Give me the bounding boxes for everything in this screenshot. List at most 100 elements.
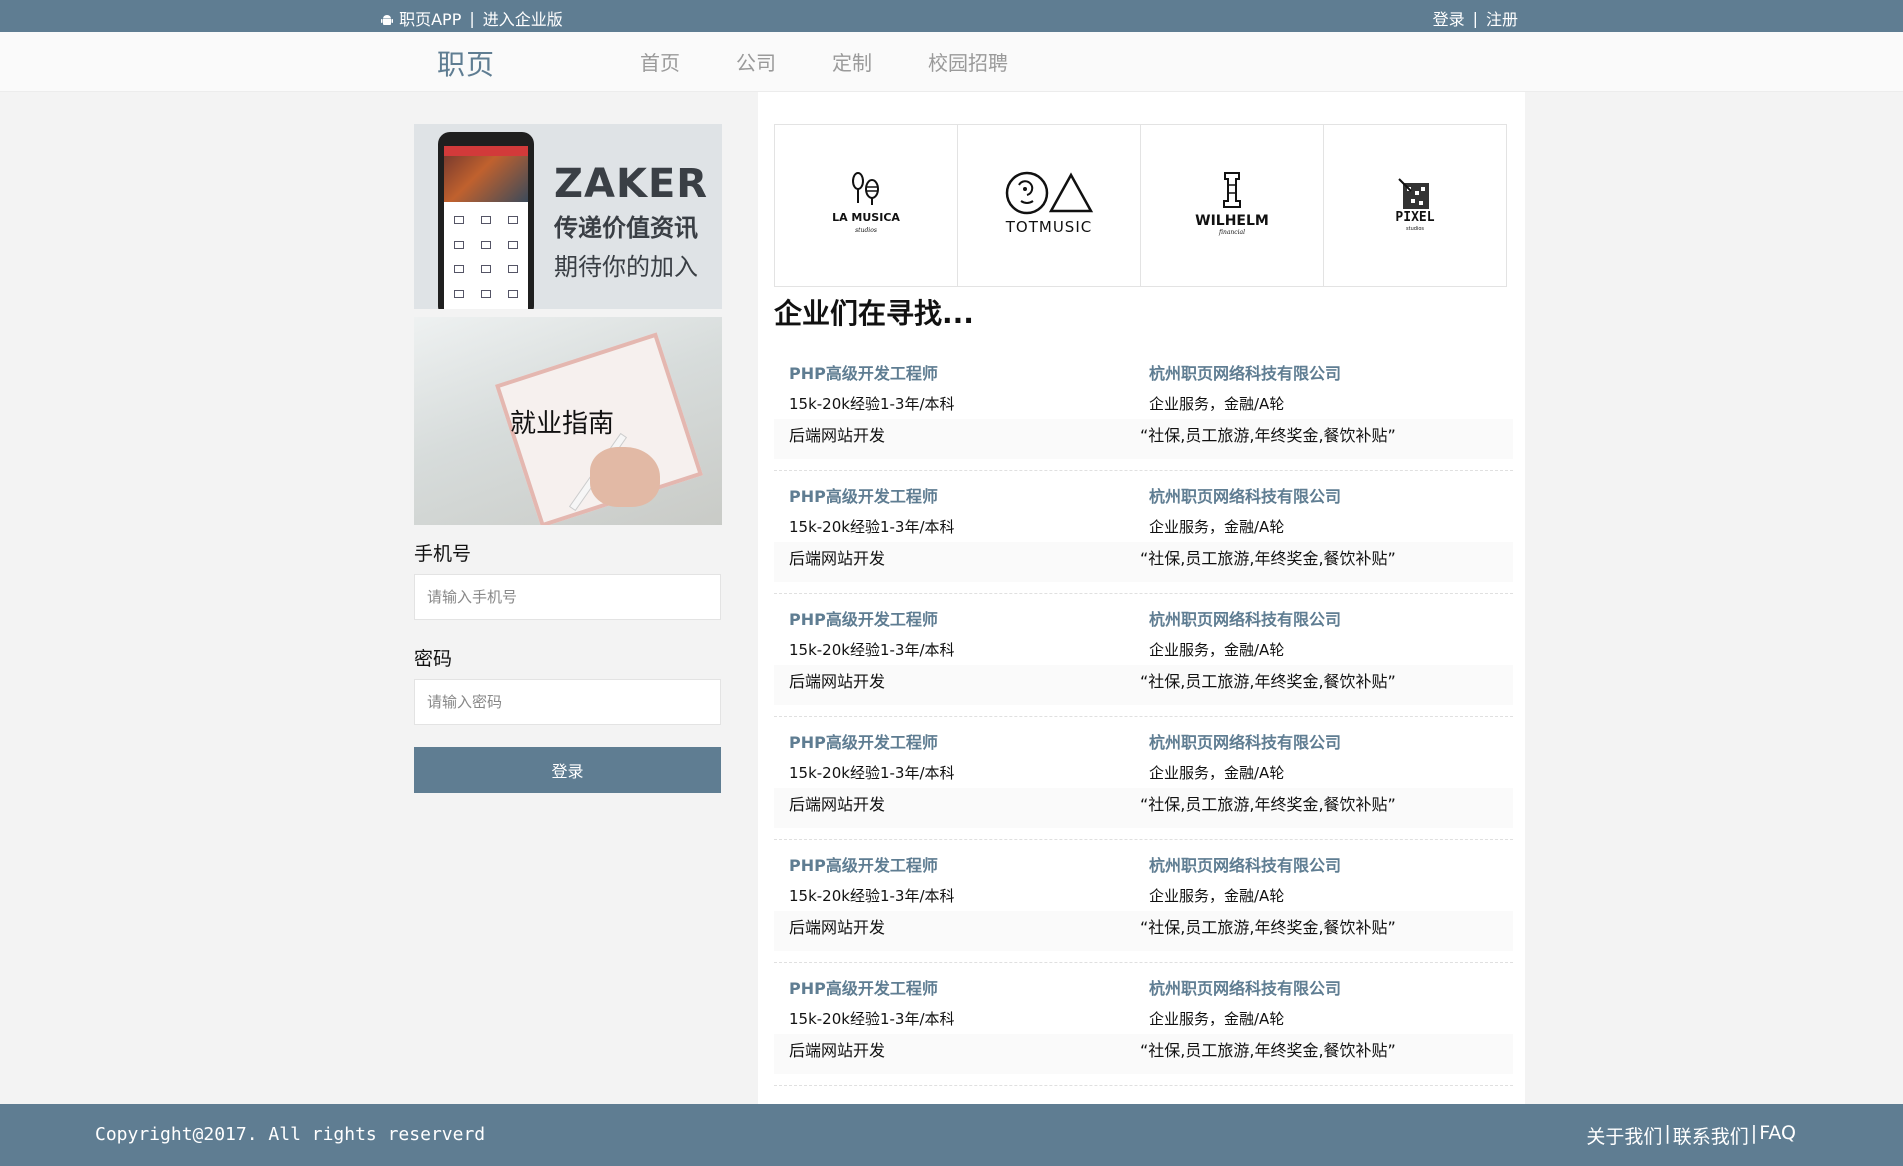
phone-label: 手机号 <box>414 543 472 565</box>
divider: | <box>1750 1122 1758 1144</box>
job-title[interactable]: PHP高级开发工程师 <box>789 729 938 753</box>
contact-link[interactable]: 联系我们 <box>1673 1122 1749 1149</box>
nav-company[interactable]: 公司 <box>736 47 776 76</box>
job-title[interactable]: PHP高级开发工程师 <box>789 483 938 507</box>
copyright-text: Copyright@2017. All rights reserverd <box>95 1124 486 1145</box>
job-list: PHP高级开发工程师 杭州职页网络科技有限公司 15k-20k经验1-3年/本科… <box>774 348 1513 1086</box>
pixel-square-icon: PIXEL studios <box>1395 177 1435 232</box>
company-industry: 企业服务，金融/A轮 <box>1149 518 1285 536</box>
job-listing[interactable]: PHP高级开发工程师 杭州职页网络科技有限公司 15k-20k经验1-3年/本科… <box>774 963 1513 1086</box>
job-category: 后端网站开发 <box>789 918 886 937</box>
nav-home[interactable]: 首页 <box>640 47 680 76</box>
logo-name: LA MUSICA <box>832 211 900 224</box>
job-listing[interactable]: PHP高级开发工程师 杭州职页网络科技有限公司 15k-20k经验1-3年/本科… <box>774 348 1513 471</box>
company-industry: 企业服务，金融/A轮 <box>1149 1010 1285 1028</box>
circle-triangle-icon: TOTMUSIC <box>1005 171 1094 236</box>
divider: | <box>1472 8 1478 28</box>
top-register-link[interactable]: 注册 <box>1486 6 1518 30</box>
nav-custom[interactable]: 定制 <box>832 47 872 76</box>
job-meta: 15k-20k经验1-3年/本科 <box>789 1010 955 1028</box>
logo-name: PIXEL <box>1395 210 1434 225</box>
job-meta: 15k-20k经验1-3年/本科 <box>789 887 955 905</box>
phone-illustration <box>438 132 534 309</box>
company-logos: LA MUSICA studios TOTMUSIC WILHELM finan… <box>774 124 1507 287</box>
job-title[interactable]: PHP高级开发工程师 <box>789 852 938 876</box>
company-name[interactable]: 杭州职页网络科技有限公司 <box>1149 729 1341 753</box>
job-benefits: “社保,员工旅游,年终奖金,餐饮补贴” <box>1140 672 1396 691</box>
logo-la-musica[interactable]: LA MUSICA studios <box>774 124 958 287</box>
job-benefits: “社保,员工旅游,年终奖金,餐饮补贴” <box>1140 918 1396 937</box>
enterprise-link[interactable]: 进入企业版 <box>483 6 563 30</box>
logo-name: TOTMUSIC <box>1005 218 1092 236</box>
brand-logo[interactable]: 职页 <box>437 43 495 83</box>
zaker-tagline: 期待你的加入 <box>554 253 698 281</box>
phone-input[interactable] <box>414 574 721 620</box>
company-industry: 企业服务，金融/A轮 <box>1149 764 1285 782</box>
job-listing[interactable]: PHP高级开发工程师 杭州职页网络科技有限公司 15k-20k经验1-3年/本科… <box>774 717 1513 840</box>
company-name[interactable]: 杭州职页网络科技有限公司 <box>1149 852 1341 876</box>
logo-sub: studios <box>1406 226 1424 232</box>
main-content: LA MUSICA studios TOTMUSIC WILHELM finan… <box>758 92 1525 1104</box>
top-login-link[interactable]: 登录 <box>1433 6 1465 30</box>
job-meta: 15k-20k经验1-3年/本科 <box>789 395 955 413</box>
job-category: 后端网站开发 <box>789 1041 886 1060</box>
company-industry: 企业服务，金融/A轮 <box>1149 641 1285 659</box>
job-listing[interactable]: PHP高级开发工程师 杭州职页网络科技有限公司 15k-20k经验1-3年/本科… <box>774 471 1513 594</box>
job-listing[interactable]: PHP高级开发工程师 杭州职页网络科技有限公司 15k-20k经验1-3年/本科… <box>774 594 1513 717</box>
company-name[interactable]: 杭州职页网络科技有限公司 <box>1149 975 1341 999</box>
logo-sub: studios <box>855 227 877 234</box>
zaker-banner[interactable]: ZAKER 传递价值资讯 期待你的加入 <box>414 124 722 309</box>
job-meta: 15k-20k经验1-3年/本科 <box>789 518 955 536</box>
company-industry: 企业服务，金融/A轮 <box>1149 395 1285 413</box>
company-industry: 企业服务，金融/A轮 <box>1149 887 1285 905</box>
main-nav: 职页 首页 公司 定制 校园招聘 <box>0 32 1903 92</box>
login-button[interactable]: 登录 <box>414 747 721 793</box>
logo-name: WILHELM <box>1195 213 1269 229</box>
job-title[interactable]: PHP高级开发工程师 <box>789 360 938 384</box>
zaker-title: ZAKER <box>554 161 709 207</box>
password-input[interactable] <box>414 679 721 725</box>
footer: Copyright@2017. All rights reserverd 关于我… <box>0 1104 1903 1166</box>
divider: | <box>469 8 475 28</box>
sidebar: ZAKER 传递价值资讯 期待你的加入 就业指南 手机号 密码 登录 <box>414 124 722 793</box>
job-benefits: “社保,员工旅游,年终奖金,餐饮补贴” <box>1140 549 1396 568</box>
job-title[interactable]: PHP高级开发工程师 <box>789 606 938 630</box>
nav-campus[interactable]: 校园招聘 <box>928 47 1008 76</box>
faq-link[interactable]: FAQ <box>1759 1122 1796 1149</box>
logo-pixel[interactable]: PIXEL studios <box>1323 124 1507 287</box>
password-label: 密码 <box>414 648 453 670</box>
app-label: 职页APP <box>399 10 462 29</box>
career-guide-banner[interactable]: 就业指南 <box>414 317 722 525</box>
company-name[interactable]: 杭州职页网络科技有限公司 <box>1149 483 1341 507</box>
company-name[interactable]: 杭州职页网络科技有限公司 <box>1149 360 1341 384</box>
job-benefits: “社保,员工旅游,年终奖金,餐饮补贴” <box>1140 1041 1396 1060</box>
job-meta: 15k-20k经验1-3年/本科 <box>789 764 955 782</box>
logo-wilhelm[interactable]: WILHELM financial <box>1140 124 1324 287</box>
job-title[interactable]: PHP高级开发工程师 <box>789 975 938 999</box>
zaker-text: ZAKER 传递价值资讯 期待你的加入 <box>554 164 708 282</box>
nav-links: 首页 公司 定制 校园招聘 <box>640 47 1008 76</box>
top-bar-right: 登录 | 注册 <box>1433 6 1518 30</box>
android-icon <box>381 15 393 25</box>
top-bar-left: 职页APP | 进入企业版 <box>380 6 563 30</box>
zaker-slogan: 传递价值资讯 <box>554 214 698 242</box>
job-category: 后端网站开发 <box>789 549 886 568</box>
job-category: 后端网站开发 <box>789 426 886 445</box>
footer-links: 关于我们 | 联系我们 | FAQ <box>1586 1122 1796 1149</box>
hand-illustration <box>590 447 660 507</box>
maraca-icon: LA MUSICA studios <box>832 171 900 234</box>
job-listing[interactable]: PHP高级开发工程师 杭州职页网络科技有限公司 15k-20k经验1-3年/本科… <box>774 840 1513 963</box>
job-category: 后端网站开发 <box>789 795 886 814</box>
job-benefits: “社保,员工旅游,年终奖金,餐饮补贴” <box>1140 795 1396 814</box>
app-download-link[interactable]: 职页APP <box>380 6 461 30</box>
logo-totmusic[interactable]: TOTMUSIC <box>957 124 1141 287</box>
job-meta: 15k-20k经验1-3年/本科 <box>789 641 955 659</box>
section-title: 企业们在寻找... <box>774 297 974 330</box>
about-link[interactable]: 关于我们 <box>1586 1122 1662 1149</box>
company-name[interactable]: 杭州职页网络科技有限公司 <box>1149 606 1341 630</box>
top-bar: 职页APP | 进入企业版 登录 | 注册 <box>0 0 1903 32</box>
job-category: 后端网站开发 <box>789 672 886 691</box>
chess-rook-icon: WILHELM financial <box>1195 171 1269 236</box>
career-guide-text: 就业指南 <box>510 409 615 439</box>
divider: | <box>1664 1122 1671 1144</box>
